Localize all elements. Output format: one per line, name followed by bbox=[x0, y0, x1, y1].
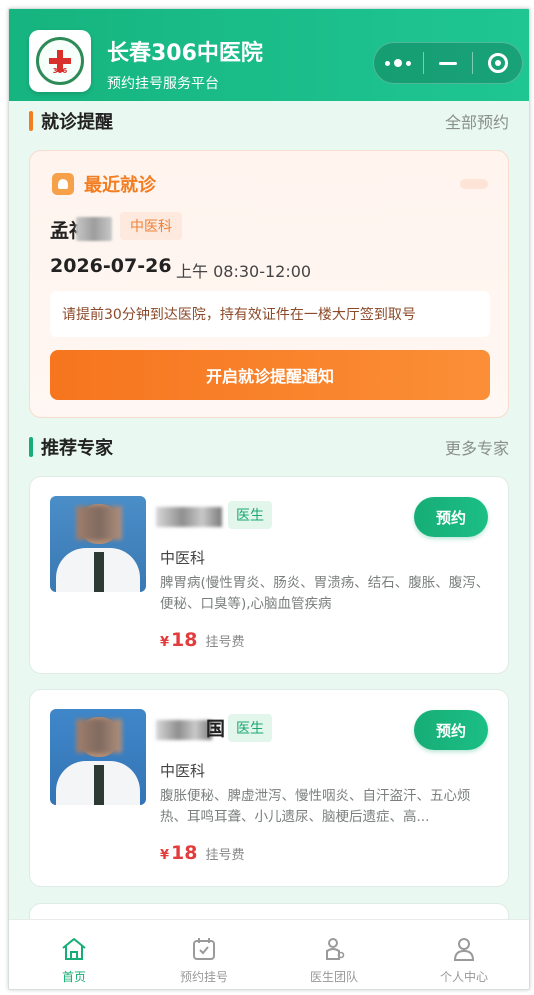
hospital-logo: 306 bbox=[29, 30, 91, 92]
tab-label: 预约挂号 bbox=[179, 970, 228, 984]
more-experts-link[interactable]: 更多专家 bbox=[445, 435, 509, 459]
currency-symbol: ¥ bbox=[160, 635, 170, 650]
minimize-button[interactable] bbox=[424, 43, 473, 83]
tab-doctors[interactable]: 医生团队 bbox=[269, 920, 399, 989]
home-icon bbox=[59, 934, 89, 964]
all-appointments-link[interactable]: 全部预约 bbox=[445, 109, 509, 133]
doctor-photo bbox=[50, 496, 146, 592]
doctor-name: 国 bbox=[206, 718, 226, 740]
doctor-icon bbox=[319, 934, 349, 964]
visit-date: 2026-07-26 bbox=[50, 255, 172, 277]
visit-notice: 请提前30分钟到达医院，持有效证件在一楼大厅签到取号 bbox=[50, 291, 490, 337]
enable-reminder-button[interactable]: 开启就诊提醒通知 bbox=[50, 350, 490, 400]
logo-emblem: 306 bbox=[36, 37, 84, 85]
appointment-reminder-card: 最近就诊 孟神 中医科 2026-07-26 上午 08:30-12:00 请提… bbox=[29, 150, 509, 418]
currency-symbol: ¥ bbox=[160, 848, 170, 863]
app-subtitle: 预约挂号服务平台 bbox=[107, 76, 219, 92]
fee-amount: 18 bbox=[171, 629, 198, 651]
more-menu-button[interactable] bbox=[374, 43, 423, 83]
logo-number: 306 bbox=[52, 67, 68, 75]
registration-fee: ¥ 18 挂号费 bbox=[160, 629, 245, 651]
book-button[interactable]: 预约 bbox=[414, 497, 488, 537]
recent-visit-title: 最近就诊 bbox=[84, 175, 156, 196]
miniprogram-capsule bbox=[373, 42, 523, 84]
experts-section-title: 推荐专家 bbox=[29, 434, 113, 460]
experts-section-header: 推荐专家 更多专家 bbox=[29, 434, 509, 460]
section-bar bbox=[29, 111, 33, 131]
tab-home[interactable]: 首页 bbox=[9, 920, 139, 989]
doctor-name-blur bbox=[156, 720, 212, 740]
doctor-photo bbox=[50, 709, 146, 805]
tab-label: 首页 bbox=[61, 970, 86, 984]
doctor-department: 中医科 bbox=[160, 762, 206, 780]
experts-title-text: 推荐专家 bbox=[41, 438, 113, 459]
status-pill bbox=[460, 179, 488, 189]
doctor-card[interactable]: 医生 预约 中医科 脾胃病(慢性胃炎、肠炎、胃溃疡、结石、腹胀、腹泻、便秘、口臭… bbox=[29, 476, 509, 674]
calendar-icon bbox=[189, 934, 219, 964]
reminder-icon bbox=[52, 173, 74, 195]
doctor-department: 中医科 bbox=[160, 549, 206, 567]
doctor-specialty: 脾胃病(慢性胃炎、肠炎、胃溃疡、结石、腹胀、腹泻、便秘、口臭等),心脑血管疾病 bbox=[160, 575, 490, 612]
reminder-title-text: 就诊提醒 bbox=[41, 112, 113, 133]
minimize-icon bbox=[439, 61, 457, 65]
doctor-name-blur bbox=[156, 507, 222, 527]
department-tag: 中医科 bbox=[120, 212, 182, 240]
close-miniprogram-button[interactable] bbox=[473, 43, 522, 83]
bottom-tab-bar: 首页 预约挂号 医生团队 个人中心 bbox=[9, 919, 529, 989]
close-target-icon bbox=[487, 53, 508, 73]
book-button[interactable]: 预约 bbox=[414, 710, 488, 750]
more-dots-icon bbox=[385, 59, 412, 67]
fee-unit: 挂号费 bbox=[205, 848, 245, 863]
doctor-role-tag: 医生 bbox=[228, 714, 272, 742]
patient-name-blur bbox=[76, 217, 112, 241]
tab-booking[interactable]: 预约挂号 bbox=[139, 920, 269, 989]
reminder-section-header: 就诊提醒 全部预约 bbox=[29, 108, 509, 134]
doctor-specialty: 腹胀便秘、脾虚泄泻、慢性咽炎、自汗盗汗、五心烦热、耳鸣耳聋、小儿遗尿、脑梗后遗症… bbox=[160, 788, 471, 825]
phone-frame: 306 长春306中医院 预约挂号服务平台 就诊提醒 全部预约 最近就诊 孟神 … bbox=[8, 8, 530, 990]
fee-unit: 挂号费 bbox=[205, 635, 245, 650]
fee-amount: 18 bbox=[171, 842, 198, 864]
visit-time: 上午 08:30-12:00 bbox=[176, 262, 312, 281]
tab-profile[interactable]: 个人中心 bbox=[399, 920, 529, 989]
reminder-section-title: 就诊提醒 bbox=[29, 108, 113, 134]
registration-fee: ¥ 18 挂号费 bbox=[160, 842, 245, 864]
tab-label: 个人中心 bbox=[439, 970, 488, 984]
doctor-role-tag: 医生 bbox=[228, 501, 272, 529]
user-icon bbox=[449, 934, 479, 964]
doctor-card[interactable]: 国 医生 预约 中医科 腹胀便秘、脾虚泄泻、慢性咽炎、自汗盗汗、五心烦热、耳鸣耳… bbox=[29, 689, 509, 887]
tab-label: 医生团队 bbox=[309, 970, 358, 984]
section-bar bbox=[29, 437, 33, 457]
app-title: 长春306中医院 bbox=[107, 41, 263, 66]
app-header: 306 长春306中医院 预约挂号服务平台 bbox=[9, 9, 529, 101]
